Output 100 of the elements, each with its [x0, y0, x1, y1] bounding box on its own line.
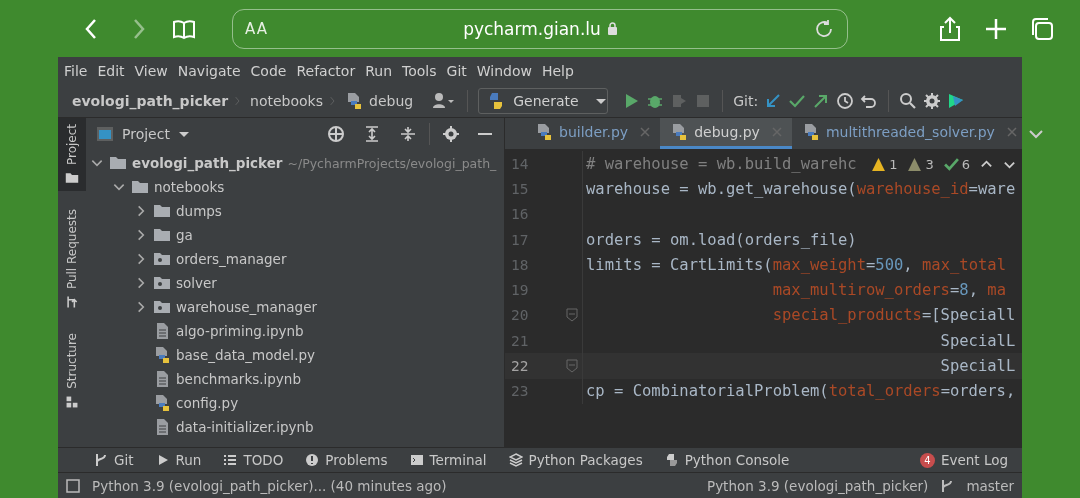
- menu-item[interactable]: Git: [446, 62, 467, 79]
- menu-item[interactable]: Tools: [402, 62, 437, 79]
- code-line: special_products=[Speciall: [771, 306, 1016, 325]
- code-line: max_multirow_orders=8, ma: [771, 281, 1006, 300]
- tree-item[interactable]: config.py: [86, 391, 504, 415]
- address-bar[interactable]: AA pycharm.gian.lu: [232, 8, 848, 49]
- text-size-button[interactable]: AA: [245, 19, 268, 38]
- pull-request-icon: [65, 295, 79, 310]
- python-icon: [664, 453, 679, 467]
- arrow-icon[interactable]: [764, 91, 783, 110]
- list-icon: [223, 453, 238, 467]
- tree-item[interactable]: algo-priming.ipynb: [86, 319, 504, 343]
- history-icon[interactable]: [836, 91, 855, 110]
- code-line: SpecialL: [939, 357, 1016, 375]
- breadcrumb[interactable]: debug: [369, 92, 414, 109]
- tree-item-label: base_data_model.py: [176, 347, 315, 363]
- fold-marker-icon[interactable]: [565, 308, 578, 323]
- tool-window-button[interactable]: Terminal: [409, 452, 487, 468]
- tool-window-button[interactable]: TODO: [223, 452, 284, 468]
- tree-item-label: solver: [176, 275, 217, 291]
- tree-item[interactable]: orders_manager: [86, 247, 504, 271]
- menu-item[interactable]: Refactor: [296, 62, 356, 79]
- python-file-icon: [153, 346, 171, 364]
- tree-item[interactable]: benchmarks.ipynb: [86, 367, 504, 391]
- tree-item[interactable]: ga: [86, 223, 504, 247]
- alert-icon: [305, 453, 320, 467]
- notification-badge: 4: [919, 452, 935, 468]
- tree-item[interactable]: solver: [86, 271, 504, 295]
- structure-icon: [65, 395, 79, 409]
- branch-status[interactable]: master: [966, 477, 1014, 494]
- tree-item[interactable]: data-initializer.ipynb: [86, 415, 504, 439]
- code-line: limits = CartLimits(max_weight=500, max_total: [585, 255, 1006, 274]
- tool-window-button[interactable]: Python Console: [664, 452, 790, 468]
- tool-window-button[interactable]: Problems: [305, 452, 388, 468]
- settings-icon[interactable]: [923, 91, 942, 110]
- line-number: 16: [510, 206, 530, 223]
- collapse-all-icon[interactable]: [399, 124, 417, 143]
- reload-icon[interactable]: [813, 17, 835, 40]
- tree-item-label: config.py: [176, 395, 239, 411]
- side-tab[interactable]: Project: [58, 118, 86, 192]
- menu-item[interactable]: Edit: [97, 62, 125, 79]
- settings-icon[interactable]: [442, 124, 460, 143]
- search-icon[interactable]: [899, 91, 918, 110]
- editor-tab[interactable]: builder.py: [525, 118, 661, 149]
- menu-item[interactable]: Run: [365, 62, 393, 79]
- line-number: 20: [510, 307, 530, 324]
- warning-icon: [907, 156, 923, 172]
- run-configuration-dropdown[interactable]: Generate: [478, 87, 609, 114]
- panel-icon[interactable]: [66, 478, 80, 493]
- menu-item[interactable]: Code: [250, 62, 287, 79]
- line-number: 14: [510, 155, 530, 172]
- code-line: orders = om.load(orders_file): [585, 230, 857, 249]
- tree-item-label: evologi_path_picker: [132, 155, 283, 171]
- menu-item[interactable]: Navigate: [177, 62, 241, 79]
- breadcrumb[interactable]: evologi_path_picker: [72, 92, 229, 109]
- line-number: 22: [510, 358, 530, 374]
- python-file-icon: [345, 91, 364, 110]
- branch-icon: [94, 453, 108, 467]
- tree-item-label: ga: [176, 227, 193, 243]
- inspection-count: 3: [925, 156, 934, 172]
- tree-item-label: algo-priming.ipynb: [176, 323, 304, 339]
- side-tab[interactable]: Structure: [58, 327, 86, 415]
- folder-icon: [131, 178, 149, 196]
- tree-item-label: warehouse_manager: [176, 299, 317, 315]
- tree-item[interactable]: dumps: [86, 199, 504, 223]
- breadcrumb[interactable]: notebooks: [250, 92, 324, 109]
- menu-item[interactable]: Help: [541, 62, 574, 79]
- tree-item[interactable]: base_data_model.py: [86, 343, 504, 367]
- line-number: 19: [510, 282, 530, 299]
- menu-item[interactable]: Window: [476, 62, 532, 79]
- tree-item[interactable]: notebooks: [86, 175, 504, 199]
- tool-window-button[interactable]: Git: [94, 452, 134, 468]
- inspection-count: 1: [889, 156, 898, 172]
- tool-window-button[interactable]: Python Packages: [508, 452, 643, 468]
- url-text: pycharm.gian.lu: [463, 18, 601, 39]
- tree-item-label: orders_manager: [176, 251, 287, 267]
- package-folder-icon: [153, 274, 171, 292]
- tree-item-label: notebooks: [154, 179, 225, 195]
- fold-marker-icon[interactable]: [565, 359, 578, 373]
- code-line: # warehouse = wb.build_warehc: [585, 154, 857, 173]
- tree-item[interactable]: evologi_path_picker ~/PycharmProjects/evologi_path_: [86, 151, 504, 175]
- menu-item[interactable]: File: [64, 62, 88, 79]
- crosshair-icon[interactable]: [327, 124, 345, 143]
- editor-tab[interactable]: multithreaded_solver.py: [791, 118, 1027, 149]
- project-path: ~/PycharmProjects/evologi_path_: [287, 155, 497, 171]
- tool-window-button[interactable]: Run: [155, 452, 202, 468]
- line-number: 18: [510, 256, 530, 273]
- menu-item[interactable]: View: [134, 62, 168, 79]
- event-log-button[interactable]: 4 Event Log: [919, 452, 1008, 468]
- interpreter-status[interactable]: Python 3.9 (evologi_path_picker): [707, 477, 929, 494]
- status-message: Python 3.9 (evologi_path_picker)... (40 minutes ago): [92, 477, 447, 494]
- expand-all-icon[interactable]: [363, 124, 381, 143]
- side-tab[interactable]: Pull Requests: [58, 203, 86, 316]
- editor-tab[interactable]: debug.py: [660, 118, 792, 149]
- inspection-count: 6: [961, 156, 970, 172]
- line-number: 17: [510, 231, 530, 248]
- tree-item[interactable]: warehouse_manager: [86, 295, 504, 319]
- code-line: SpecialL: [939, 331, 1016, 350]
- tree-item-label: data-initializer.ipynb: [176, 419, 314, 435]
- python-file-icon: [153, 394, 171, 412]
